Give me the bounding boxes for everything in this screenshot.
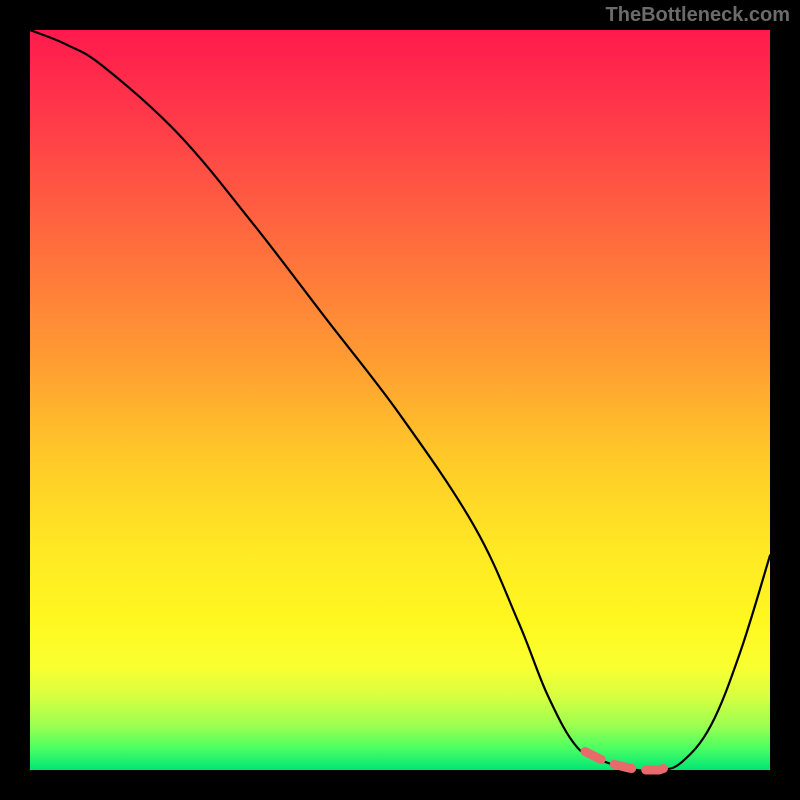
chart-svg — [30, 30, 770, 770]
watermark-text: TheBottleneck.com — [606, 4, 790, 27]
optimal-range-highlight — [585, 752, 674, 771]
chart-container: TheBottleneck.com — [0, 0, 800, 800]
plot-gradient-area — [30, 30, 770, 770]
bottleneck-curve — [30, 30, 770, 771]
